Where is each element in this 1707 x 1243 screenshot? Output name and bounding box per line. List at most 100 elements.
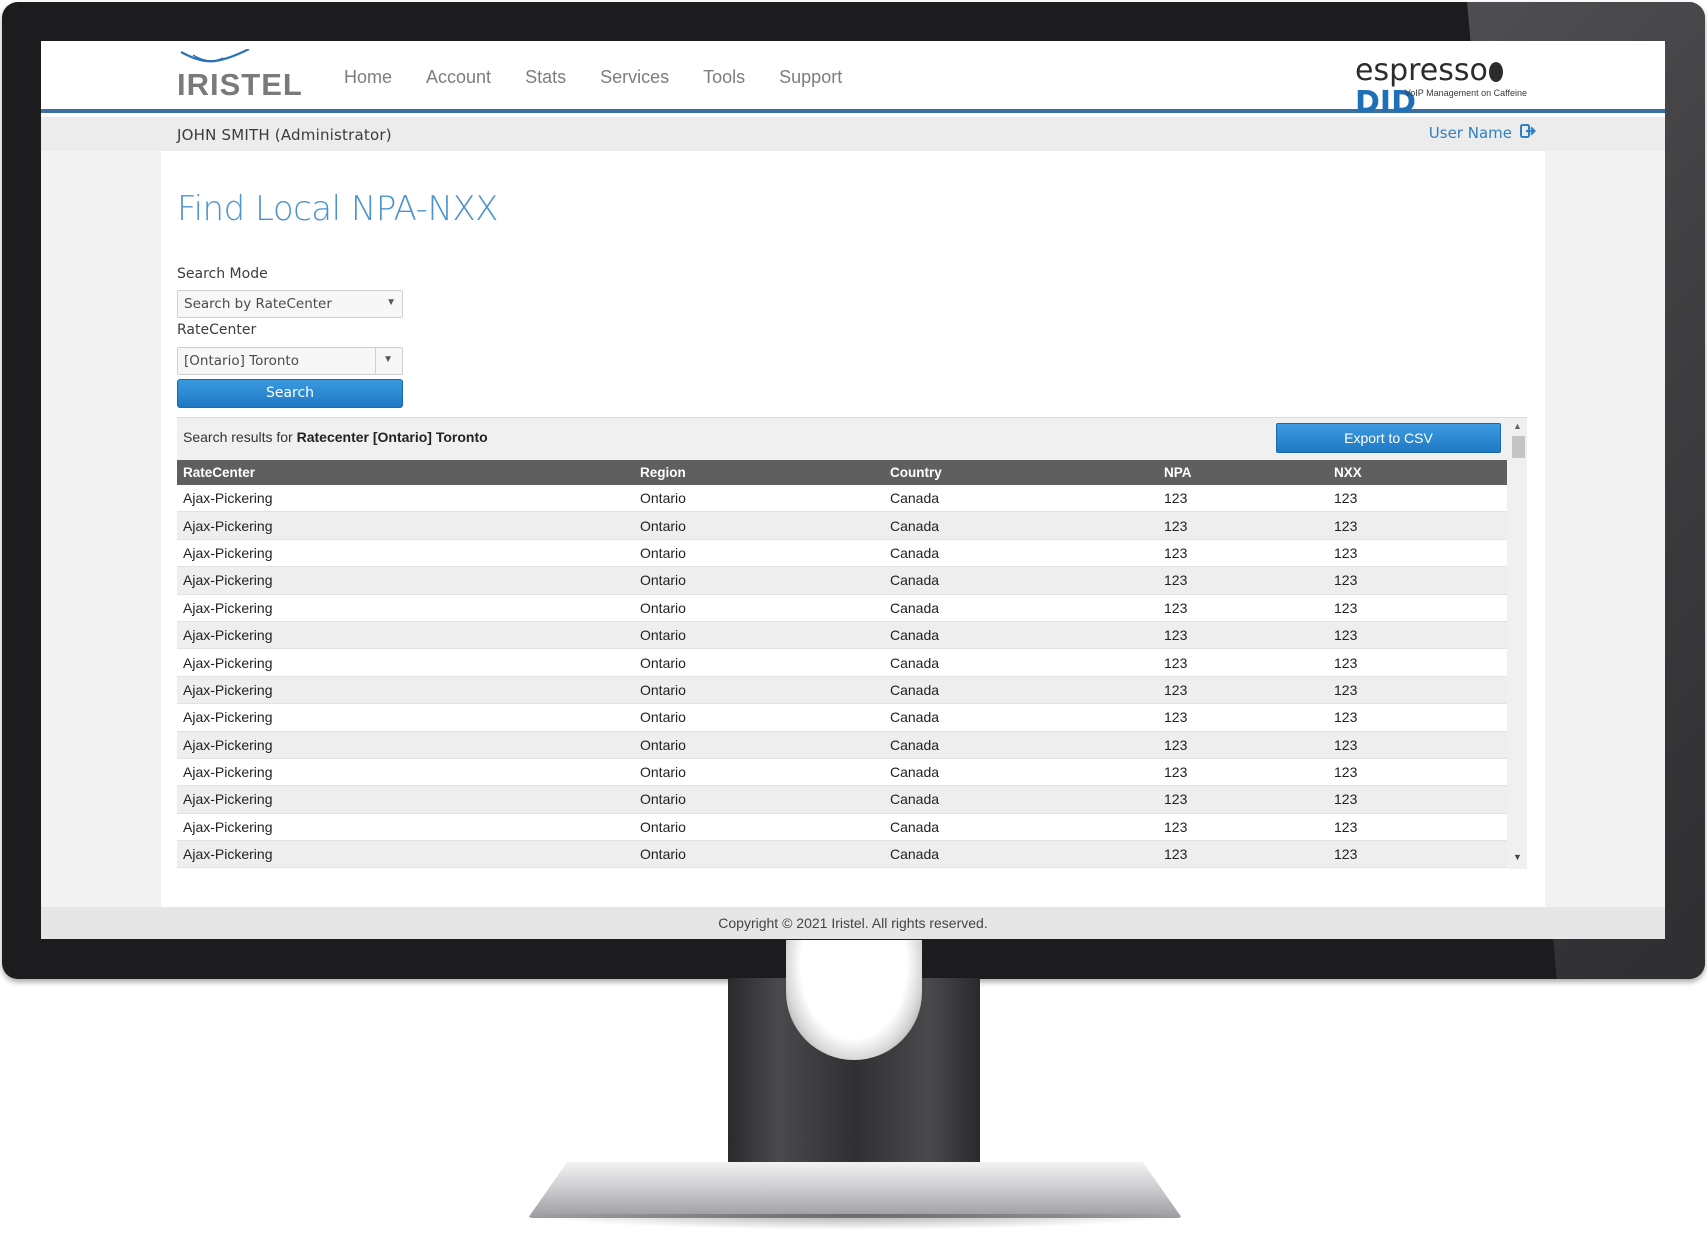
- current-user-label: JOHN SMITH (Administrator): [177, 126, 392, 144]
- export-csv-button[interactable]: Export to CSV: [1276, 423, 1501, 453]
- scroll-down-icon[interactable]: ▼: [1513, 852, 1522, 862]
- cell-nxx: 123: [1334, 627, 1358, 644]
- cell-region: Ontario: [640, 654, 686, 671]
- results-panel: Search results for Ratecenter [Ontario] …: [177, 417, 1527, 869]
- cell-nxx: 123: [1334, 544, 1358, 561]
- table-row[interactable]: Ajax-Pickering Ontario Canada 123 123: [177, 786, 1507, 814]
- iristel-swoosh-icon: [180, 49, 250, 63]
- cell-ratecenter: Ajax-Pickering: [183, 791, 273, 808]
- top-navigation-bar: IRISTEL Home Account Stats Services Tool…: [41, 41, 1665, 119]
- cell-country: Canada: [890, 654, 940, 671]
- chevron-down-icon: ▼: [386, 297, 396, 308]
- main-content: Find Local NPA-NXX Search Mode Search by…: [161, 151, 1545, 907]
- iristel-logo[interactable]: IRISTEL: [177, 47, 313, 103]
- column-header-nxx[interactable]: NXX: [1334, 465, 1494, 480]
- cell-ratecenter: Ajax-Pickering: [183, 599, 273, 616]
- table-row[interactable]: Ajax-Pickering Ontario Canada 123 123: [177, 485, 1507, 513]
- cell-country: Canada: [890, 599, 940, 616]
- monitor-stand-shadow: [524, 1214, 1186, 1230]
- nav-stats[interactable]: Stats: [525, 65, 566, 89]
- cell-ratecenter: Ajax-Pickering: [183, 736, 273, 753]
- iristel-wordmark: IRISTEL: [177, 67, 303, 102]
- user-name-link[interactable]: User Name: [1429, 124, 1537, 142]
- nav-account[interactable]: Account: [426, 65, 491, 89]
- column-header-region[interactable]: Region: [640, 465, 890, 480]
- cell-npa: 123: [1164, 517, 1188, 534]
- cell-ratecenter: Ajax-Pickering: [183, 517, 273, 534]
- scroll-up-icon[interactable]: ▲: [1513, 421, 1522, 431]
- cell-ratecenter: Ajax-Pickering: [183, 572, 273, 589]
- cell-region: Ontario: [640, 627, 686, 644]
- cell-npa: 123: [1164, 627, 1188, 644]
- cell-ratecenter: Ajax-Pickering: [183, 709, 273, 726]
- cell-npa: 123: [1164, 490, 1188, 507]
- cell-region: Ontario: [640, 791, 686, 808]
- cell-ratecenter: Ajax-Pickering: [183, 764, 273, 781]
- table-row[interactable]: Ajax-Pickering Ontario Canada 123 123: [177, 813, 1507, 842]
- table-row[interactable]: Ajax-Pickering Ontario Canada 123 123: [177, 594, 1507, 622]
- table-row[interactable]: Ajax-Pickering Ontario Canada 123 123: [177, 731, 1507, 759]
- table-row[interactable]: Ajax-Pickering Ontario Canada 123 123: [177, 649, 1507, 677]
- table-body: Ajax-Pickering Ontario Canada 123 123 Ajax-Pi…: [177, 485, 1507, 869]
- main-nav: Home Account Stats Services Tools Suppor…: [344, 65, 876, 89]
- cell-ratecenter: Ajax-Pickering: [183, 818, 273, 835]
- cell-region: Ontario: [640, 764, 686, 781]
- cell-ratecenter: Ajax-Pickering: [183, 490, 273, 507]
- search-mode-label: Search Mode: [177, 266, 268, 282]
- nav-home[interactable]: Home: [344, 65, 392, 89]
- table-row[interactable]: Ajax-Pickering Ontario Canada 123 123: [177, 676, 1507, 705]
- table-row[interactable]: Ajax-Pickering Ontario Canada 123 123: [177, 567, 1507, 595]
- espressodid-tagline: VoIP Management on Caffeine: [1404, 88, 1527, 98]
- cell-ratecenter: Ajax-Pickering: [183, 627, 273, 644]
- scroll-thumb[interactable]: [1512, 436, 1525, 458]
- cell-country: Canada: [890, 764, 940, 781]
- table-row[interactable]: Ajax-Pickering Ontario Canada 123 123: [177, 758, 1507, 787]
- cell-region: Ontario: [640, 818, 686, 835]
- cell-ratecenter: Ajax-Pickering: [183, 681, 273, 698]
- cell-nxx: 123: [1334, 517, 1358, 534]
- cell-npa: 123: [1164, 544, 1188, 561]
- column-header-ratecenter[interactable]: RateCenter: [177, 465, 640, 480]
- table-row[interactable]: Ajax-Pickering Ontario Canada 123 123: [177, 704, 1507, 732]
- espresso-text: espresso: [1355, 53, 1488, 88]
- table-row[interactable]: Ajax-Pickering Ontario Canada 123 123: [177, 841, 1507, 869]
- espressodid-logo[interactable]: espressoDID VoIP Management on Caffeine: [1355, 55, 1545, 119]
- cell-region: Ontario: [640, 490, 686, 507]
- table-row[interactable]: Ajax-Pickering Ontario Canada 123 123: [177, 539, 1507, 568]
- search-button[interactable]: Search: [177, 379, 403, 408]
- cell-region: Ontario: [640, 517, 686, 534]
- results-scrollbar[interactable]: ▲ ▼: [1509, 418, 1527, 869]
- table-row[interactable]: Ajax-Pickering Ontario Canada 123 123: [177, 512, 1507, 540]
- search-mode-value: Search by RateCenter: [184, 296, 332, 312]
- cell-nxx: 123: [1334, 791, 1358, 808]
- cell-ratecenter: Ajax-Pickering: [183, 846, 273, 863]
- table-row[interactable]: Ajax-Pickering Ontario Canada 123 123: [177, 621, 1507, 650]
- cell-country: Canada: [890, 544, 940, 561]
- monitor-stand-base: [528, 1162, 1182, 1218]
- cell-region: Ontario: [640, 572, 686, 589]
- cell-nxx: 123: [1334, 736, 1358, 753]
- search-mode-select[interactable]: Search by RateCenter ▼: [177, 290, 403, 318]
- cell-country: Canada: [890, 791, 940, 808]
- cell-country: Canada: [890, 681, 940, 698]
- column-header-npa[interactable]: NPA: [1164, 465, 1334, 480]
- cell-country: Canada: [890, 627, 940, 644]
- cell-country: Canada: [890, 572, 940, 589]
- cell-npa: 123: [1164, 818, 1188, 835]
- column-header-country[interactable]: Country: [890, 465, 1164, 480]
- nav-support[interactable]: Support: [779, 65, 842, 89]
- cell-country: Canada: [890, 490, 940, 507]
- cell-nxx: 123: [1334, 490, 1358, 507]
- nav-tools[interactable]: Tools: [703, 65, 745, 89]
- nav-services[interactable]: Services: [600, 65, 669, 89]
- cell-country: Canada: [890, 709, 940, 726]
- cell-npa: 123: [1164, 709, 1188, 726]
- ratecenter-select[interactable]: [Ontario] Toronto ▼: [177, 347, 403, 375]
- cell-ratecenter: Ajax-Pickering: [183, 544, 273, 561]
- logout-icon[interactable]: [1520, 124, 1537, 142]
- results-header: Search results for Ratecenter [Ontario] …: [177, 418, 1507, 460]
- cell-npa: 123: [1164, 654, 1188, 671]
- espressodid-wordmark: espressoDID: [1355, 55, 1545, 119]
- cell-nxx: 123: [1334, 654, 1358, 671]
- cell-region: Ontario: [640, 599, 686, 616]
